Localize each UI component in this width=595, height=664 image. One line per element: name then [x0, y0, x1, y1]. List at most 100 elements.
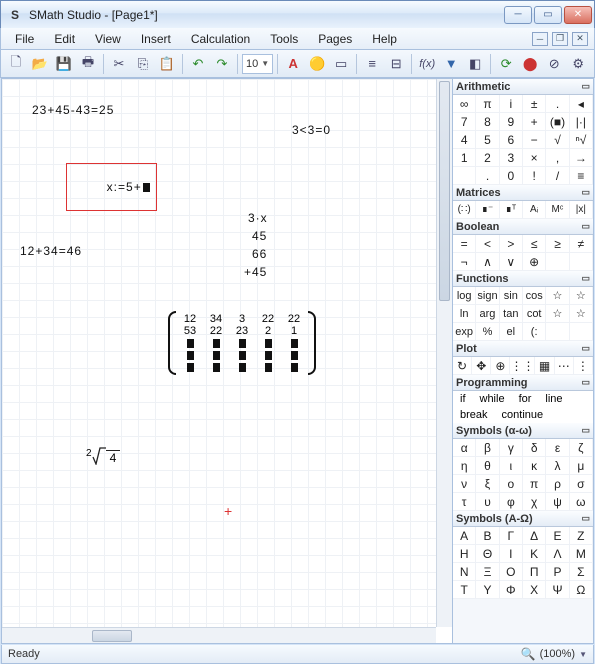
palette-button[interactable]: κ: [523, 457, 546, 475]
panel-collapse-icon[interactable]: ▭: [581, 273, 590, 284]
palette-button[interactable]: ☆: [546, 305, 569, 323]
palette-button[interactable]: ↻: [453, 357, 472, 375]
palette-button[interactable]: ln: [453, 305, 476, 323]
stack-2[interactable]: 45: [252, 229, 267, 243]
palette-button[interactable]: Ν: [453, 563, 476, 581]
palette-button[interactable]: ≥: [546, 235, 569, 253]
palette-button[interactable]: ∧: [476, 253, 499, 271]
palette-button[interactable]: Λ: [546, 545, 569, 563]
palette-button[interactable]: 8: [476, 113, 499, 131]
font-color-icon[interactable]: A: [282, 53, 304, 75]
programming-keyword[interactable]: break: [453, 407, 495, 423]
palette-button[interactable]: ✥: [472, 357, 491, 375]
paste-icon[interactable]: 📋: [156, 53, 178, 75]
palette-button[interactable]: ⊕: [523, 253, 546, 271]
palette-button[interactable]: cos: [523, 287, 546, 305]
palette-button[interactable]: Φ: [500, 581, 523, 599]
panel-collapse-icon[interactable]: ▭: [581, 187, 590, 198]
palette-button[interactable]: Θ: [476, 545, 499, 563]
units-icon[interactable]: ◧: [464, 53, 486, 75]
palette-button[interactable]: ,: [546, 149, 569, 167]
open-file-icon[interactable]: 📂: [29, 53, 51, 75]
palette-button[interactable]: ¬: [453, 253, 476, 271]
palette-button[interactable]: ζ: [570, 439, 593, 457]
palette-button[interactable]: π: [476, 95, 499, 113]
palette-button[interactable]: χ: [523, 493, 546, 511]
palette-button[interactable]: √: [546, 131, 569, 149]
palette-button[interactable]: ω: [570, 493, 593, 511]
palette-button[interactable]: (∷): [453, 201, 476, 219]
palette-button[interactable]: /: [546, 167, 569, 185]
menu-calculation[interactable]: Calculation: [183, 30, 258, 48]
chevron-down-icon[interactable]: ▼: [579, 650, 587, 659]
worksheet-area[interactable]: 23+45-43=25 3<3=0 x:=5+ 12+34=46 3·x 45 …: [2, 79, 452, 643]
palette-button[interactable]: sign: [476, 287, 499, 305]
palette-button[interactable]: θ: [476, 457, 499, 475]
palette-button[interactable]: 5: [476, 131, 499, 149]
menu-tools[interactable]: Tools: [262, 30, 306, 48]
palette-button[interactable]: 4: [453, 131, 476, 149]
palette-button[interactable]: ∞: [453, 95, 476, 113]
stop-icon[interactable]: ⬤: [519, 53, 541, 75]
panel-collapse-icon[interactable]: ▭: [581, 221, 590, 232]
palette-button[interactable]: ∨: [500, 253, 523, 271]
palette-button[interactable]: Ψ: [546, 581, 569, 599]
palette-button[interactable]: Δ: [523, 527, 546, 545]
interrupt-icon[interactable]: ⊘: [543, 53, 565, 75]
palette-button[interactable]: .: [476, 167, 499, 185]
palette-button[interactable]: ≤: [523, 235, 546, 253]
palette-button[interactable]: tan: [500, 305, 523, 323]
vscroll-thumb[interactable]: [439, 81, 450, 301]
zoom-icon[interactable]: 🔍: [521, 647, 536, 661]
sqrt-expression[interactable]: 2 4: [86, 447, 120, 465]
menu-edit[interactable]: Edit: [46, 30, 83, 48]
programming-keyword[interactable]: while: [473, 391, 512, 407]
palette-button[interactable]: 3: [500, 149, 523, 167]
palette-button[interactable]: ∎ᵀ: [500, 201, 523, 219]
palette-button[interactable]: Aᵢ: [523, 201, 546, 219]
palette-button[interactable]: arg: [476, 305, 499, 323]
panel-collapse-icon[interactable]: ▭: [581, 513, 590, 524]
programming-keyword[interactable]: if: [453, 391, 473, 407]
palette-button[interactable]: ⋯: [555, 357, 574, 375]
palette-button[interactable]: Ρ: [546, 563, 569, 581]
palette-button[interactable]: ☆: [570, 287, 593, 305]
palette-button[interactable]: ☆: [546, 287, 569, 305]
palette-button[interactable]: ×: [523, 149, 546, 167]
palette-button[interactable]: Υ: [476, 581, 499, 599]
stack-1[interactable]: 3·x: [248, 211, 268, 225]
vertical-scrollbar[interactable]: [436, 79, 452, 627]
palette-button[interactable]: !: [523, 167, 546, 185]
palette-button[interactable]: ψ: [546, 493, 569, 511]
palette-button[interactable]: =: [453, 235, 476, 253]
palette-button[interactable]: β: [476, 439, 499, 457]
palette-button[interactable]: Ι: [500, 545, 523, 563]
palette-button[interactable]: Χ: [523, 581, 546, 599]
mdi-close-button[interactable]: ✕: [572, 32, 588, 46]
panel-collapse-icon[interactable]: ▭: [581, 81, 590, 92]
palette-button[interactable]: (■): [546, 113, 569, 131]
palette-button[interactable]: 1: [453, 149, 476, 167]
palette-button[interactable]: i: [500, 95, 523, 113]
palette-button[interactable]: sin: [500, 287, 523, 305]
palette-button[interactable]: Π: [523, 563, 546, 581]
menu-insert[interactable]: Insert: [133, 30, 179, 48]
panel-collapse-icon[interactable]: ▭: [581, 377, 590, 388]
horizontal-scrollbar[interactable]: [2, 627, 436, 643]
programming-keyword[interactable]: line: [538, 391, 569, 407]
palette-button[interactable]: ι: [500, 457, 523, 475]
menu-help[interactable]: Help: [364, 30, 405, 48]
palette-button[interactable]: ◂: [570, 95, 593, 113]
separator-icon[interactable]: ⊟: [385, 53, 407, 75]
palette-button[interactable]: ±: [523, 95, 546, 113]
function-icon[interactable]: f(x): [416, 53, 438, 75]
palette-button[interactable]: Ω: [570, 581, 593, 599]
palette-button[interactable]: υ: [476, 493, 499, 511]
cut-icon[interactable]: ✂: [108, 53, 130, 75]
panel-collapse-icon[interactable]: ▭: [581, 343, 590, 354]
palette-button[interactable]: %: [476, 323, 499, 341]
palette-button[interactable]: .: [546, 95, 569, 113]
palette-button[interactable]: π: [523, 475, 546, 493]
palette-button[interactable]: τ: [453, 493, 476, 511]
highlight-icon[interactable]: 🟡: [306, 53, 328, 75]
